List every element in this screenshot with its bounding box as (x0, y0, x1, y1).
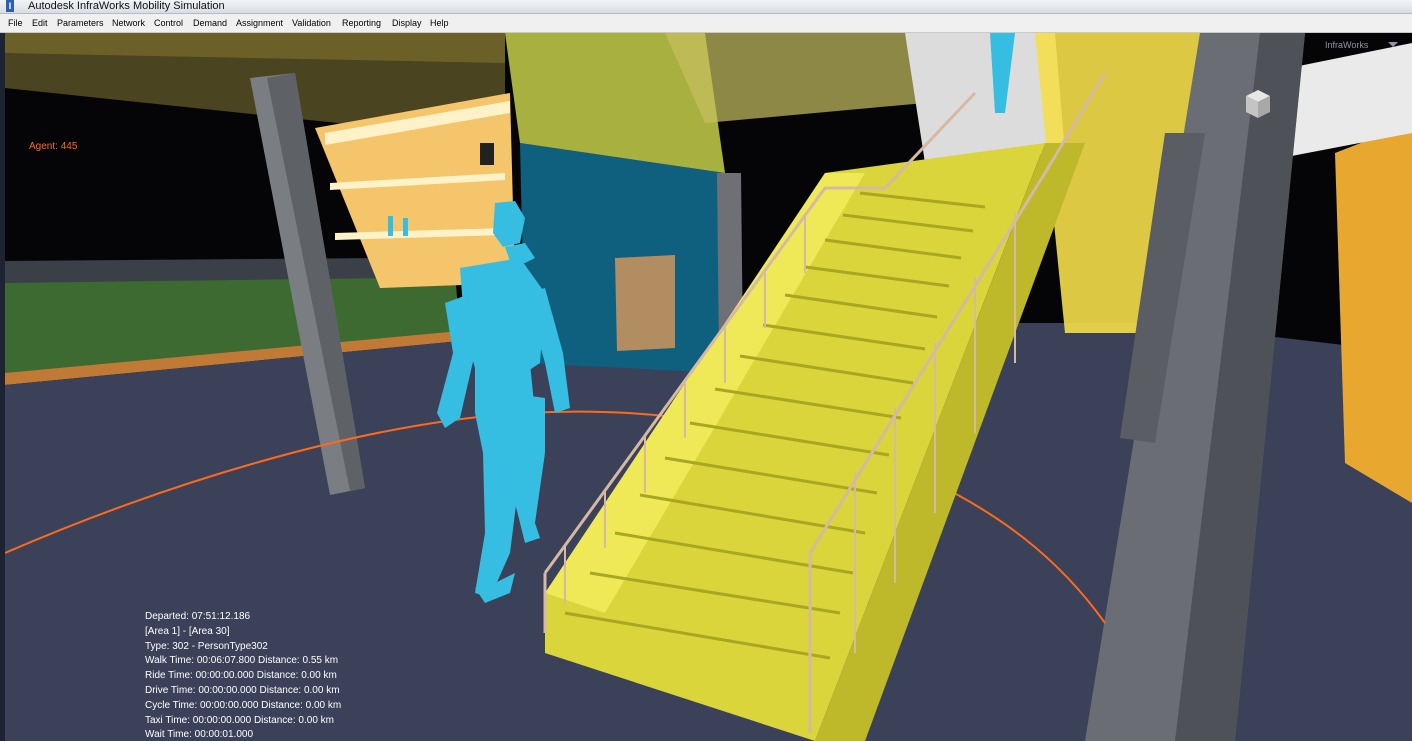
menu-file[interactable]: File (8, 14, 23, 32)
info-cycle: Cycle Time: 00:00:00.000 Distance: 0.00 … (145, 699, 342, 711)
menu-validation[interactable]: Validation (292, 14, 331, 32)
menu-help[interactable]: Help (430, 14, 449, 32)
info-taxi: Taxi Time: 00:00:00.000 Distance: 0.00 k… (145, 714, 334, 726)
menu-control[interactable]: Control (154, 14, 183, 32)
window-title: Autodesk InfraWorks Mobility Simulation (28, 0, 225, 12)
info-departed: Departed: 07:51:12.186 (145, 611, 251, 622)
title-bar: I Autodesk InfraWorks Mobility Simulatio… (0, 0, 1412, 14)
menu-edit[interactable]: Edit (32, 14, 48, 32)
agent-id-label: Agent: 445 (29, 141, 78, 152)
info-drive: Drive Time: 00:00:00.000 Distance: 0.00 … (145, 684, 340, 696)
info-walk: Walk Time: 00:06:07.800 Distance: 0.55 k… (145, 655, 339, 667)
info-wait: Wait Time: 00:00:01.000 (145, 729, 254, 741)
viewcube-icon[interactable] (1242, 88, 1274, 120)
menu-bar: File Edit Parameters Network Control Dem… (0, 14, 1412, 33)
agent-info-panel: Departed: 07:51:12.186 [Area 1] - [Area … (145, 610, 341, 741)
menu-assignment[interactable]: Assignment (236, 14, 283, 32)
chevron-down-icon[interactable] (1388, 42, 1398, 47)
menu-reporting[interactable]: Reporting (342, 14, 381, 32)
infraworks-brand: InfraWorks (1325, 40, 1369, 50)
info-type: Type: 302 - PersonType302 (145, 640, 268, 652)
menu-demand[interactable]: Demand (193, 14, 227, 32)
app-icon: I (6, 0, 14, 12)
menu-parameters[interactable]: Parameters (57, 14, 104, 32)
simulation-viewport[interactable]: Agent: 445 InfraWorks Departed: 07:51:12… (5, 33, 1412, 741)
menu-network[interactable]: Network (112, 14, 145, 32)
menu-display[interactable]: Display (392, 14, 422, 32)
info-ride: Ride Time: 00:00:00.000 Distance: 0.00 k… (145, 670, 337, 682)
info-areas: [Area 1] - [Area 30] (145, 625, 230, 637)
